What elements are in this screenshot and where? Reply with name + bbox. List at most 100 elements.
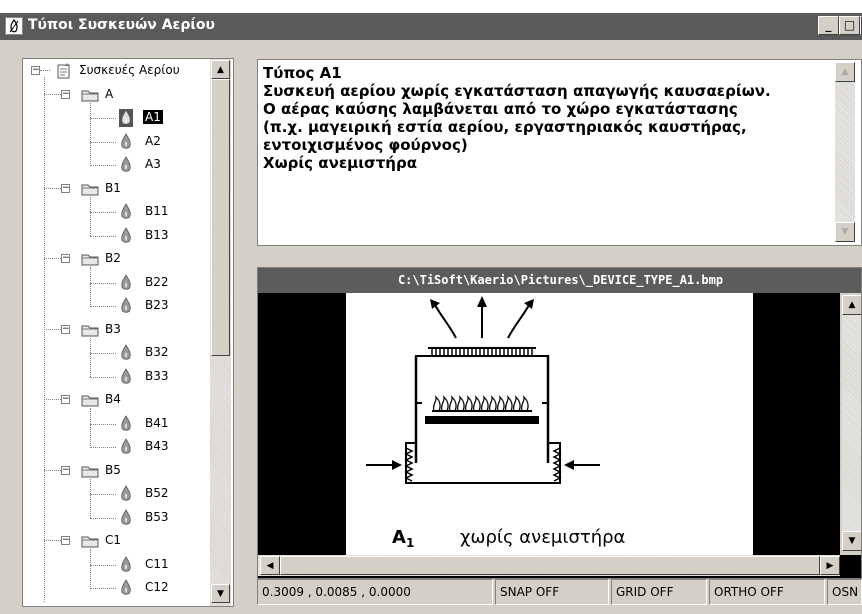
snap-toggle[interactable]: SNAP OFF xyxy=(495,579,609,605)
folder-icon xyxy=(81,534,99,548)
gas-device-icon xyxy=(119,297,133,315)
tree-group-label[interactable]: A xyxy=(103,87,115,101)
image-vertical-track[interactable] xyxy=(842,315,861,531)
tree-item-b33[interactable]: B33 xyxy=(143,369,171,383)
tree-scroll-down-button[interactable]: ▼ xyxy=(211,584,230,603)
collapse-icon[interactable]: − xyxy=(61,324,70,334)
tree-group-label[interactable]: B1 xyxy=(103,181,123,195)
description-panel[interactable]: Τύπος A1 Συσκευή αερίου χωρίς εγκατάστασ… xyxy=(257,59,862,246)
collapse-icon[interactable]: − xyxy=(31,66,40,75)
tree-connector xyxy=(90,267,91,307)
collapse-icon[interactable]: − xyxy=(61,89,70,99)
window-title: Τύποι Συσκευών Αερίου xyxy=(28,17,215,33)
gas-device-icon xyxy=(119,344,133,362)
tree-connector xyxy=(90,588,116,589)
tree-item-b22[interactable]: B22 xyxy=(143,275,171,289)
tree-connector xyxy=(90,306,116,307)
tree-connector xyxy=(90,282,116,284)
gas-device-icon xyxy=(119,226,133,245)
folder-icon xyxy=(81,323,99,337)
description-vertical-scrollbar[interactable]: ▲ ▼ xyxy=(835,62,855,242)
tree-item-b41[interactable]: B41 xyxy=(143,416,171,430)
root-document-icon xyxy=(55,62,73,80)
gas-device-icon xyxy=(119,485,133,503)
image-horizontal-thumb[interactable] xyxy=(280,556,820,575)
tree-connector xyxy=(90,118,116,119)
image-scroll-right-button[interactable]: ▶ xyxy=(820,556,840,575)
description-scroll-up-button[interactable]: ▲ xyxy=(835,62,855,82)
minimize-button[interactable]: _ xyxy=(818,16,839,35)
maximize-button[interactable]: □ xyxy=(839,16,860,35)
tree-connector xyxy=(90,494,116,495)
gas-device-icon xyxy=(119,156,133,174)
description-text: Τύπος A1 Συσκευή αερίου χωρίς εγκατάστασ… xyxy=(263,64,833,172)
tree-group-label[interactable]: B4 xyxy=(103,392,123,406)
collapse-icon[interactable]: − xyxy=(61,183,70,193)
tree-connector xyxy=(90,196,91,236)
device-diagram-drawing: A1 χωρίς ανεμιστήρα xyxy=(366,296,625,550)
gas-device-icon xyxy=(119,438,133,456)
description-scroll-down-button[interactable]: ▼ xyxy=(835,222,855,242)
image-horizontal-scrollbar[interactable]: ◀ ▶ xyxy=(258,555,840,576)
tree-item-a3[interactable]: A3 xyxy=(143,157,163,171)
tree-item-c11[interactable]: C11 xyxy=(143,557,171,571)
tree-connector xyxy=(44,93,61,95)
gas-device-icon xyxy=(119,203,133,221)
tree-connector xyxy=(90,353,116,354)
tree-scroll-thumb[interactable] xyxy=(211,79,230,356)
tree-item-b43[interactable]: B43 xyxy=(143,439,171,453)
gas-device-icon xyxy=(119,508,133,527)
collapse-icon[interactable]: − xyxy=(61,254,70,263)
app-flame-icon xyxy=(5,17,23,35)
tree-item-b52[interactable]: B52 xyxy=(143,486,171,500)
diagram-caption: χωρίς ανεμιστήρα xyxy=(460,527,625,548)
description-line: Χωρίς ανεμιστήρα xyxy=(263,154,418,172)
image-scroll-left-button[interactable]: ◀ xyxy=(260,556,280,575)
tree-group-label[interactable]: C1 xyxy=(103,533,123,547)
tree-item-b32[interactable]: B32 xyxy=(143,345,171,359)
tree-item-c12[interactable]: C12 xyxy=(143,580,171,594)
ortho-toggle[interactable]: ORTHO OFF xyxy=(709,579,825,605)
tree-connector xyxy=(90,549,91,589)
tree-item-b13[interactable]: B13 xyxy=(143,228,171,242)
tree-group-label[interactable]: B5 xyxy=(103,463,123,477)
gas-device-icon xyxy=(119,273,133,292)
grid-toggle[interactable]: GRID OFF xyxy=(611,579,707,605)
tree-item-b11[interactable]: B11 xyxy=(143,204,171,218)
image-vertical-scrollbar[interactable]: ▲ ▼ xyxy=(840,293,861,555)
status-coordinates: 0.3009 , 0.0085 , 0.0000 xyxy=(257,579,493,605)
device-tree[interactable]: − Συσκευές Αερίου − A A1 A2 A3 − B1 B11 B13 − B2 B22 B… xyxy=(22,58,234,607)
tree-item-b23[interactable]: B23 xyxy=(143,298,171,312)
tree-connector xyxy=(90,235,116,237)
tree-group-label[interactable]: B2 xyxy=(103,251,123,265)
tree-scroll-up-button[interactable]: ▲ xyxy=(211,60,230,79)
gas-device-icon xyxy=(119,109,133,127)
tree-connector xyxy=(90,517,116,519)
tree-root-label: Συσκευές Αερίου xyxy=(79,63,180,77)
tree-connector xyxy=(44,76,45,602)
diagram-type-subscript: 1 xyxy=(406,536,414,550)
description-line: εντοιχισμένος φούρνος) xyxy=(263,136,468,154)
image-scroll-down-button[interactable]: ▼ xyxy=(842,531,861,551)
osnap-toggle[interactable]: OSN xyxy=(827,579,862,605)
tree-connector xyxy=(90,141,116,143)
tree-connector xyxy=(90,447,116,448)
tree-connector xyxy=(90,376,116,378)
tree-item-b53[interactable]: B53 xyxy=(143,510,171,524)
tree-group-label[interactable]: B3 xyxy=(103,322,123,336)
tree-connector xyxy=(44,540,61,541)
tree-item-a1[interactable]: A1 xyxy=(143,110,163,124)
collapse-icon[interactable]: − xyxy=(61,465,70,475)
image-scroll-up-button[interactable]: ▲ xyxy=(842,295,861,315)
tree-item-a2[interactable]: A2 xyxy=(143,134,163,148)
folder-icon xyxy=(81,464,99,478)
folder-icon xyxy=(81,393,99,407)
tree-connector xyxy=(90,212,116,213)
description-line: Τύπος A1 xyxy=(263,64,342,82)
device-diagram[interactable]: A1 χωρίς ανεμιστήρα xyxy=(346,293,753,555)
collapse-icon[interactable]: − xyxy=(61,536,70,545)
collapse-icon[interactable]: − xyxy=(61,395,70,404)
tree-connector xyxy=(90,165,116,166)
tree-connector xyxy=(90,564,116,566)
gas-device-icon xyxy=(119,414,133,433)
